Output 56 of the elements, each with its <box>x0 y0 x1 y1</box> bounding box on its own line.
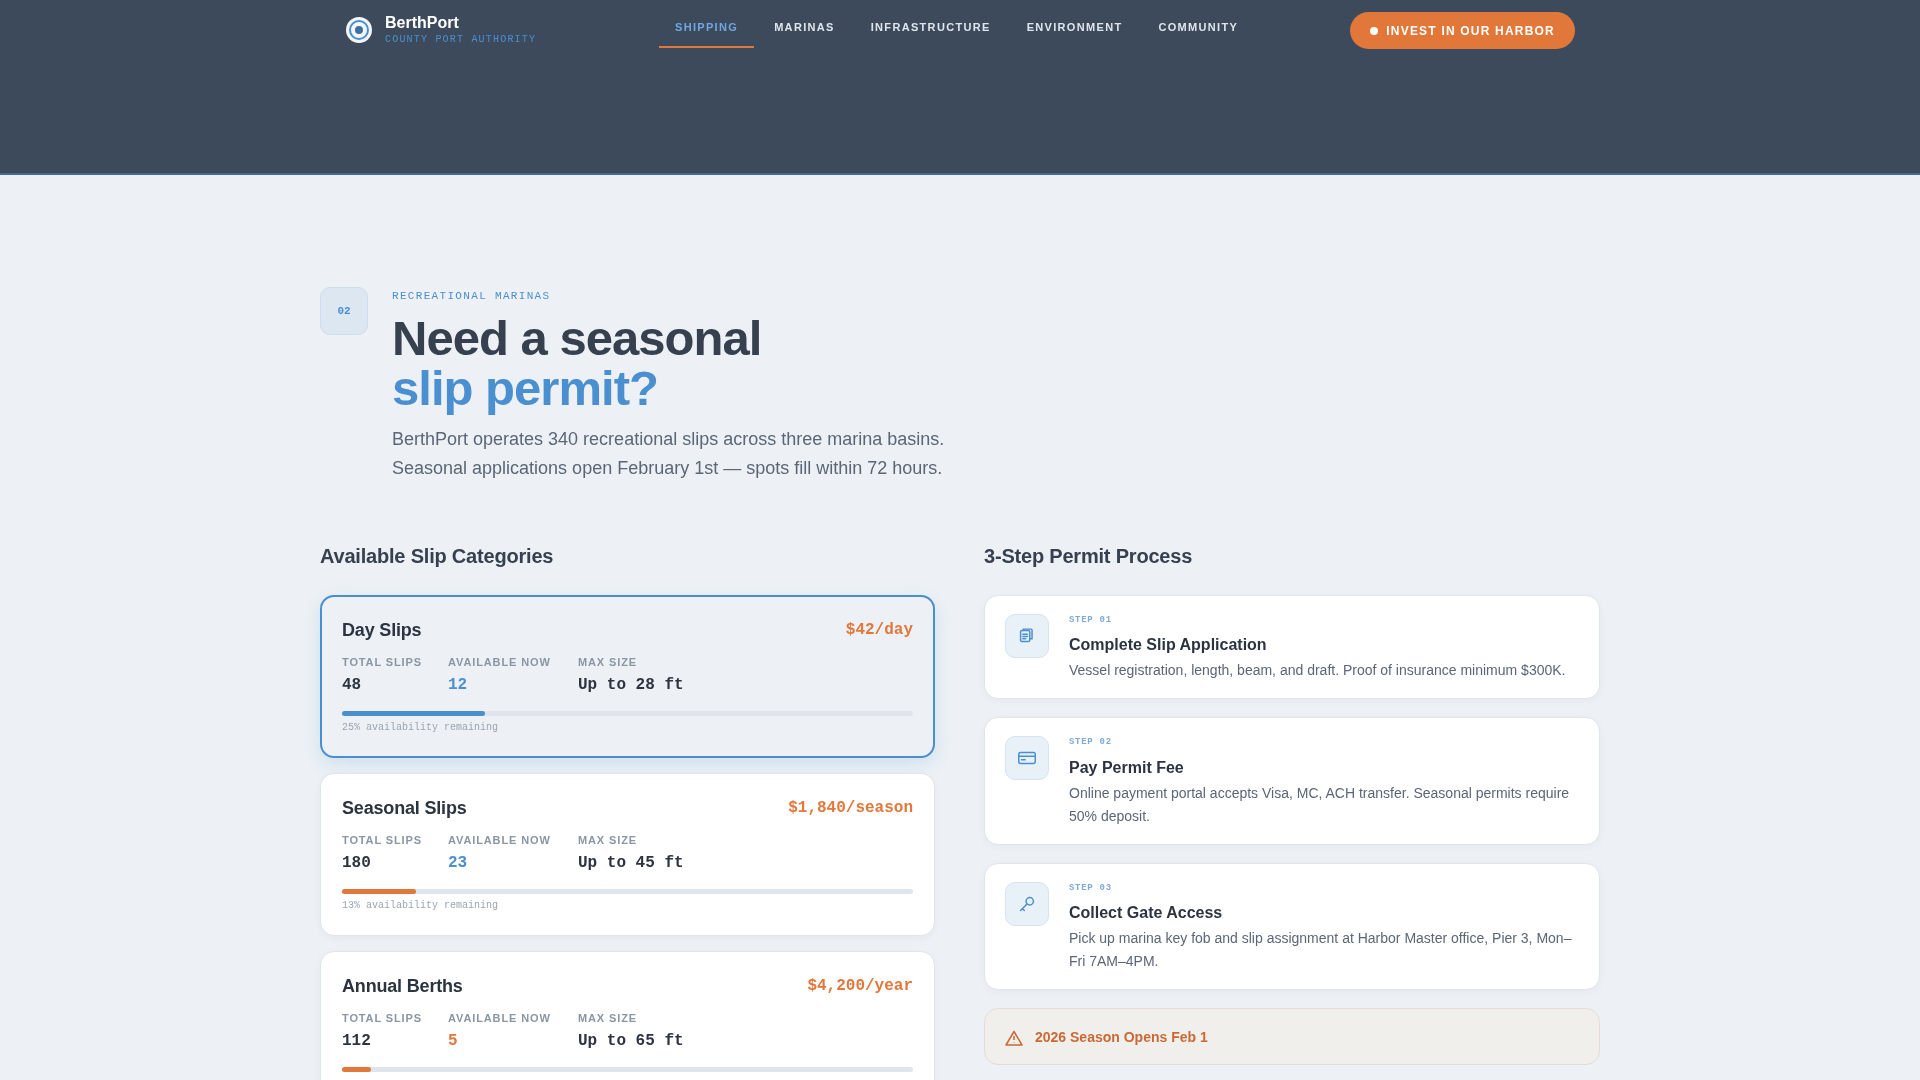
step-label: STEP 02 <box>1069 736 1113 749</box>
stat-value: 48 <box>342 674 363 695</box>
step-title: Complete Slip Application <box>1069 635 1268 655</box>
stat-value: Up to 45 ft <box>578 852 685 873</box>
step-label: STEP 03 <box>1069 881 1113 895</box>
slip-card[interactable]: Annual Berths $4,200/year TOTAL SLIPS 112 AVAILABLE NOW 5 MAX SIZE Up to 65 ft <box>320 950 935 1080</box>
stat-label: TOTAL SLIPS <box>342 654 423 669</box>
brand-tagline: COUNTY PORT AUTHORITY <box>385 32 537 47</box>
availability-caption: 13% availability remaining <box>342 898 500 912</box>
price-label: $4,200/year <box>807 975 913 997</box>
nav-tab[interactable]: COMMUNITY <box>1142 0 1255 48</box>
availability-caption: 25% availability remaining <box>342 720 500 734</box>
price-label: $1,840/season <box>788 797 913 819</box>
step-label: STEP 01 <box>1069 613 1113 627</box>
intro-text: Seasonal applications open February 1st — spots fill within 72 hours. <box>392 456 944 480</box>
nav-tab[interactable]: ENVIRONMENT <box>1010 0 1139 48</box>
stat-label: AVAILABLE NOW <box>448 1010 552 1025</box>
stat-label: MAX SIZE <box>578 832 638 847</box>
stat-label: AVAILABLE NOW <box>448 654 552 669</box>
nav-tab[interactable]: SHIPPING <box>659 0 755 48</box>
stat-label: TOTAL SLIPS <box>342 1010 423 1025</box>
notice-text: 2026 Season Opens Feb 1 <box>1035 1028 1208 1047</box>
card-title: Annual Berths <box>342 974 463 998</box>
stat-label: MAX SIZE <box>578 1010 638 1025</box>
slip-card[interactable]: Seasonal Slips $1,840/season TOTAL SLIPS 180 AVAILABLE NOW 23 MAX SIZE Up to 45 ft 13% availability remaining <box>320 772 935 936</box>
card-title: Day Slips <box>342 618 422 642</box>
stat-value: 180 <box>342 852 372 873</box>
stat-value: Up to 65 ft <box>578 1030 685 1051</box>
stat-label: AVAILABLE NOW <box>448 832 552 847</box>
eyebrow-label: RECREATIONAL MARINAS <box>392 289 552 304</box>
nav-tab[interactable]: MARINAS <box>758 0 851 48</box>
stat-label: MAX SIZE <box>578 654 638 669</box>
heading-accent: slip permit? <box>392 362 659 413</box>
step-description: Online payment portal accepts Visa, MC, ACH transfer. Seasonal permits require 50% deposit. <box>1069 783 1571 826</box>
section-heading: Available Slip Categories <box>320 543 555 569</box>
section-number: 02 <box>320 287 368 335</box>
logo-icon <box>345 16 373 44</box>
stat-value: Up to 28 ft <box>578 674 685 695</box>
section-heading: 3-Step Permit Process <box>984 543 1194 569</box>
step-description: Pick up marina key fob and slip assignment at Harbor Master office, Pier 3, Mon–Fri 7AM–4PM. <box>1069 929 1573 971</box>
heading-line: Need a seasonal <box>392 312 763 363</box>
stat-value: 112 <box>342 1030 372 1051</box>
brand-name: BerthPort <box>385 13 460 32</box>
step-title: Pay Permit Fee <box>1069 757 1185 778</box>
stat-value: 23 <box>448 852 469 873</box>
card-title: Seasonal Slips <box>342 796 467 820</box>
stat-label: TOTAL SLIPS <box>342 832 423 847</box>
nav-tab[interactable]: INFRASTRUCTURE <box>854 0 1007 48</box>
step-description: Vessel registration, length, beam, and draft. Proof of insurance minimum $300K. <box>1069 661 1566 680</box>
stat-value: 5 <box>448 1030 459 1051</box>
step-title: Collect Gate Access <box>1069 903 1224 923</box>
warning-icon <box>1005 1029 1023 1046</box>
intro-text: BerthPort operates 340 recreational slips across three marina basins. <box>392 427 945 451</box>
stat-value: 12 <box>448 674 469 695</box>
price-label: $42/day <box>845 619 913 641</box>
slip-card[interactable]: Day Slips $42/day TOTAL SLIPS 48 AVAILABLE NOW 12 MAX SIZE Up to 28 ft 25% availability remaining <box>320 594 935 758</box>
